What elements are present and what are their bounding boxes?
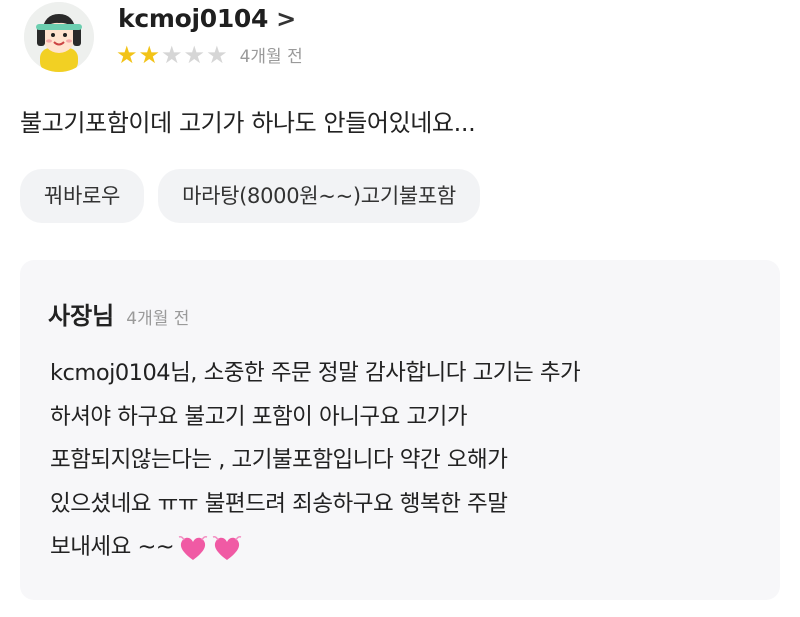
reply-line: 포함되지않는다는 , 고기불포함입니다 약간 오해가	[50, 447, 508, 473]
star-empty-icon: ★	[206, 40, 228, 69]
rating-row: ★ ★ ★ ★ ★ 4개월 전	[116, 42, 303, 68]
star-empty-icon: ★	[183, 40, 206, 69]
two-hearts-icon	[178, 535, 208, 560]
reply-line: 하셔야 하구요 불고기 포함이 아니구요 고기가	[50, 403, 468, 430]
chevron-right-icon: >	[276, 4, 296, 33]
reply-line: 보내세요 ~~	[50, 534, 175, 560]
menu-tag[interactable]: 마라탕(8000원~~)고기불포함	[158, 169, 480, 223]
heart-emojis	[178, 533, 242, 563]
reply-line: 있으셨네요 ㅠㅠ 불편드려 죄송하구요 행복한 주말	[50, 490, 508, 517]
reply-line: kcmoj0104님, 소중한 주문 정말 감사합니다 고기는 추가	[50, 360, 581, 386]
star-empty-icon: ★	[161, 40, 183, 69]
user-avatar[interactable]	[24, 2, 94, 72]
review-header: kcmoj0104 > ★ ★ ★ ★ ★ 4개월 전	[20, 0, 780, 78]
reply-author: 사장님	[48, 302, 115, 330]
star-rating: ★ ★ ★ ★ ★	[116, 43, 228, 67]
reply-time: 4개월 전	[126, 309, 190, 329]
two-hearts-icon	[212, 535, 242, 560]
username-link[interactable]: kcmoj0104 >	[118, 4, 296, 33]
menu-tags: 꿔바로우 마라탕(8000원~~)고기불포함	[20, 169, 480, 223]
star-filled-icon: ★	[116, 40, 138, 69]
owner-reply: 사장님 4개월 전 kcmoj0104님, 소중한 주문 정말 감사합니다 고기…	[20, 260, 780, 600]
star-filled-icon: ★	[138, 40, 161, 69]
reply-text: kcmoj0104님, 소중한 주문 정말 감사합니다 고기는 추가 하셔야 하…	[50, 352, 760, 570]
reply-last-line: 보내세요 ~~	[50, 526, 760, 570]
review-text: 불고기포함이데 고기가 하나도 안들어있네요...	[20, 109, 476, 137]
review-time: 4개월 전	[239, 47, 303, 67]
reply-header: 사장님 4개월 전	[48, 296, 189, 331]
menu-tag[interactable]: 꿔바로우	[20, 169, 145, 223]
username: kcmoj0104	[118, 4, 269, 33]
